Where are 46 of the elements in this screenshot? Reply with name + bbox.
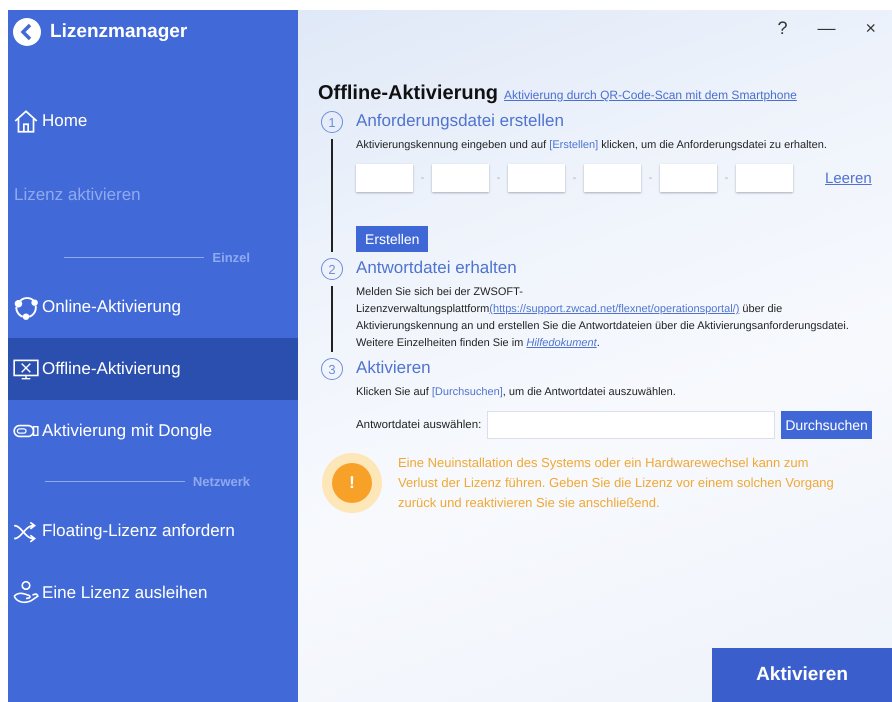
- separator: -: [648, 172, 654, 184]
- create-button[interactable]: Erstellen: [356, 226, 428, 252]
- separator: -: [724, 172, 730, 184]
- code-field[interactable]: [508, 164, 565, 192]
- sidebar-item[interactable]: Aktivierung mit Dongle: [8, 400, 298, 462]
- warning-text: Eine Neuinstallation des Systems oder ein Hardwarewechsel kann zum Verlust der Lizenz führen. Geben Sie die Lizenz vor einem solchen Vorgang zurück und reaktivieren Sie sie anschließend.: [398, 454, 835, 512]
- code-field[interactable]: [356, 164, 413, 192]
- step-title: Antwortdatei erhalten: [356, 258, 518, 278]
- file-field[interactable]: [487, 411, 776, 439]
- window-control[interactable]: —: [817, 18, 836, 50]
- step-number: 2: [321, 258, 343, 280]
- instruction-text: Aktivierungskennung eingeben und auf [Erstellen] klicken, um die Anforderungsdatei zu erhalten.: [356, 138, 828, 153]
- clear-link[interactable]: Leeren: [825, 170, 872, 186]
- code-field[interactable]: [660, 164, 717, 192]
- sidebar-item[interactable]: Offline-Aktivierung: [8, 338, 298, 400]
- code-field[interactable]: [432, 164, 489, 192]
- step-number: 3: [321, 358, 343, 380]
- sidebar-item[interactable]: Home: [8, 90, 298, 152]
- sidebar-item[interactable]: Floating-Lizenz anfordern: [8, 500, 298, 562]
- help-document-link[interactable]: Hilfedokument: [526, 337, 597, 349]
- instruction-text: Klicken Sie auf [Durchsuchen], um die Antwortdatei auszuwählen.: [356, 385, 677, 400]
- field-label: Antwortdatei auswählen:: [356, 419, 482, 431]
- back-icon[interactable]: [12, 17, 42, 47]
- section-label: Lizenz aktivieren: [14, 185, 141, 205]
- group-label: Einzel: [212, 250, 250, 264]
- activate-button[interactable]: Aktivieren: [712, 648, 892, 702]
- group-label: Netzwerk: [192, 474, 250, 488]
- qr-code-link[interactable]: Aktivierung durch QR-Code-Scan mit dem Smartphone: [504, 88, 797, 102]
- step-title: Anforderungsdatei erstellen: [356, 111, 565, 131]
- sidebar-item[interactable]: Eine Lizenz ausleihen: [8, 562, 298, 624]
- separator: -: [496, 172, 502, 184]
- browse-button[interactable]: Durchsuchen: [781, 411, 872, 439]
- step-number: 1: [321, 111, 343, 133]
- app-title: Lizenzmanager: [50, 21, 188, 43]
- code-field[interactable]: [736, 164, 793, 192]
- code-field[interactable]: [584, 164, 641, 192]
- page-title: Offline-Aktivierung: [318, 82, 498, 105]
- separator: -: [572, 172, 578, 184]
- warning-icon: !: [322, 453, 382, 513]
- window-control[interactable]: ×: [865, 18, 876, 50]
- sidebar-item[interactable]: Online-Aktivierung: [8, 276, 298, 338]
- separator: -: [420, 172, 426, 184]
- window-control[interactable]: ?: [777, 18, 788, 50]
- portal-link[interactable]: (https://support.zwcad.net/flexnet/operationsportal/): [489, 303, 740, 315]
- instruction-text: Melden Sie sich bei der ZWSOFT-Lizenzverwaltungsplattform(https://support.zwcad.net/flexnet/operationsportal/) über die Aktivierungskennung an und erstellen Sie die Antwortdateien über die Aktivierungsanforderungsdatei. Weitere Einzelheiten finden Sie im Hilfedokument.: [356, 285, 850, 351]
- step-title: Aktivieren: [356, 358, 432, 378]
